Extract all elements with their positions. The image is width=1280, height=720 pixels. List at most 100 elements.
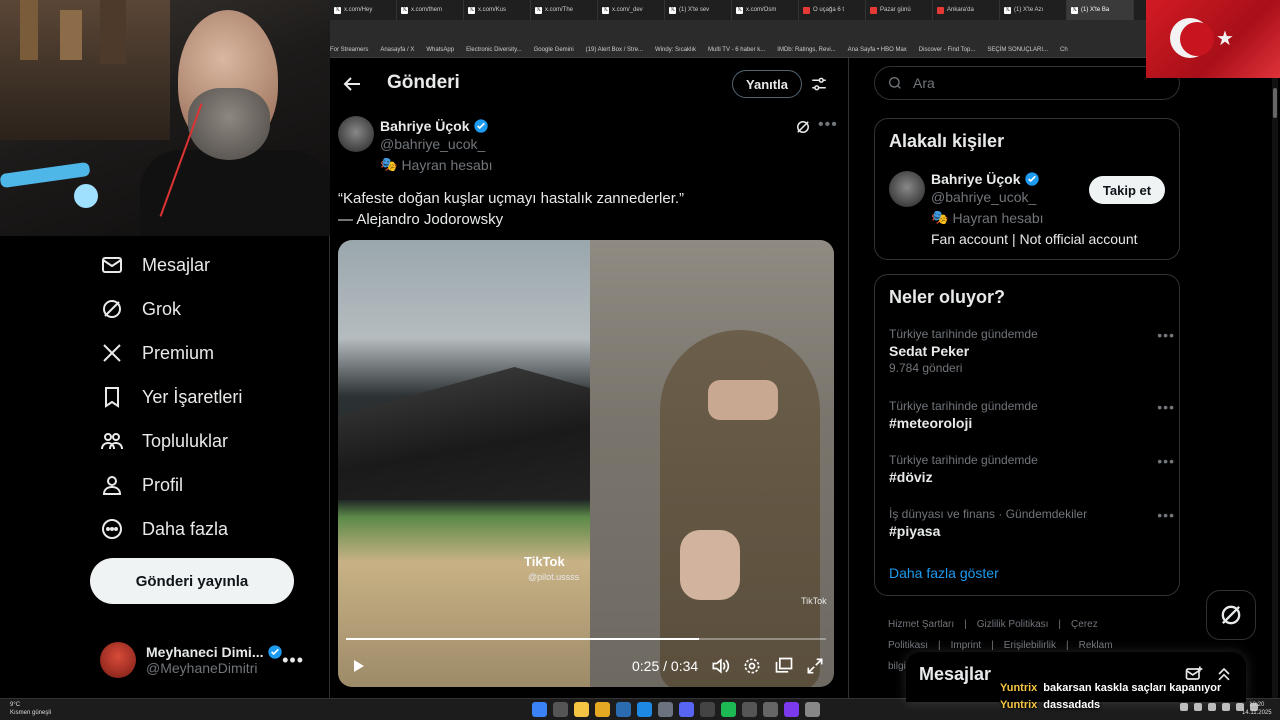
footer-link[interactable]: Erişilebilirlik xyxy=(1004,640,1056,651)
more-options-icon[interactable]: ••• xyxy=(1157,453,1175,469)
more-options-icon[interactable]: ••• xyxy=(1157,399,1175,415)
x-favicon-icon: 𝕏 xyxy=(602,6,609,14)
address-bar[interactable] xyxy=(330,20,1146,42)
follow-button[interactable]: Takip et xyxy=(1089,176,1165,204)
bookmark-item[interactable]: Anasayfa / X xyxy=(380,47,414,53)
start-icon[interactable] xyxy=(532,702,547,717)
discord-icon[interactable] xyxy=(679,702,694,717)
avatar[interactable] xyxy=(338,116,374,152)
show-more-link[interactable]: Daha fazla göster xyxy=(889,565,999,581)
app-icon[interactable] xyxy=(763,702,778,717)
bookmark-item[interactable]: Windy: Sıcaklık xyxy=(655,47,696,53)
bookmark-item[interactable]: SEÇİM SONUÇLARI... xyxy=(987,47,1048,53)
nav-item-bookmarks[interactable]: Yer İşaretleri xyxy=(100,377,242,417)
trend-name: Sedat Peker xyxy=(889,343,970,359)
bookmark-item[interactable]: Electronic Diversity... xyxy=(466,47,522,53)
related-name[interactable]: Bahriye Üçok xyxy=(931,171,1020,187)
browser-tab[interactable]: 𝕏 (1) X'te Ba xyxy=(1067,0,1134,20)
weather-widget[interactable]: 9°C Kısmen güneşli xyxy=(10,701,51,717)
tab-label: (1) X'te Azı xyxy=(1014,7,1044,13)
tab-label: x.com/Hey xyxy=(344,7,373,13)
x-favicon-icon: 𝕏 xyxy=(334,6,341,14)
page-scrollbar[interactable] xyxy=(1272,78,1278,698)
trend-item[interactable]: Türkiye tarihinde gündemde Sedat Peker 9… xyxy=(889,327,1174,375)
browser-tab[interactable]: Ankara'da xyxy=(933,0,1000,20)
app-icon[interactable] xyxy=(658,702,673,717)
nav-item-premium[interactable]: Premium xyxy=(100,333,214,373)
browser-tab[interactable]: 𝕏 (1) X'te sev xyxy=(665,0,732,20)
account-name: Meyhaneci Dimi... xyxy=(146,644,264,660)
trend-item[interactable]: Türkiye tarihinde gündemde #meteoroloji … xyxy=(889,399,1174,431)
app-icon[interactable] xyxy=(784,702,799,717)
browser-tab[interactable]: 𝕏x.com/Kus xyxy=(464,0,531,20)
bookmark-item[interactable]: Multi TV - 6 haber k... xyxy=(708,47,765,53)
more-options-icon[interactable]: ••• xyxy=(1157,507,1175,523)
filter-settings-icon[interactable] xyxy=(810,75,828,93)
video-progress-bar[interactable] xyxy=(346,638,826,640)
folder-icon[interactable] xyxy=(595,702,610,717)
browser-tab[interactable]: O uçağa 6 t xyxy=(799,0,866,20)
app-icon[interactable] xyxy=(700,702,715,717)
post-button[interactable]: Gönderi yayınla xyxy=(90,558,294,604)
news-favicon-icon xyxy=(803,6,810,14)
browser-tab[interactable]: 𝕏x.com/The xyxy=(531,0,598,20)
picture-in-picture-icon[interactable] xyxy=(774,656,794,676)
x-favicon-icon: 𝕏 xyxy=(401,6,408,14)
fullscreen-icon[interactable] xyxy=(805,656,825,676)
footer-link[interactable]: Imprint xyxy=(951,640,982,651)
mail-icon xyxy=(102,257,122,273)
app-icon[interactable] xyxy=(742,702,757,717)
nav-item-grok[interactable]: Grok xyxy=(100,289,181,329)
more-options-icon[interactable]: ••• xyxy=(818,116,838,134)
clock[interactable]: 10:20 14.11.2025 xyxy=(1242,701,1272,717)
bookmark-item[interactable]: Ch xyxy=(1060,47,1068,53)
browser-tab[interactable]: Pazar günü xyxy=(866,0,933,20)
settings-gear-icon[interactable] xyxy=(742,656,762,676)
app-icon[interactable] xyxy=(616,702,631,717)
search-icon[interactable] xyxy=(553,702,568,717)
nav-item-more[interactable]: Daha fazla xyxy=(100,509,228,549)
volume-icon[interactable] xyxy=(710,656,730,676)
bookmark-item[interactable]: WhatsApp xyxy=(426,47,454,53)
browser-tab[interactable]: 𝕏x.com/Hey xyxy=(330,0,397,20)
nav-item-communities[interactable]: Topluluklar xyxy=(100,421,228,461)
app-icon[interactable] xyxy=(805,702,820,717)
author-name[interactable]: Bahriye Üçok xyxy=(380,118,469,134)
stream-chat-overlay: Yuntrix bakarsan kaskla saçları kapanıyor… xyxy=(1000,680,1240,714)
steam-icon[interactable] xyxy=(637,702,652,717)
back-arrow-icon[interactable] xyxy=(340,72,364,96)
browser-tab[interactable]: 𝕏x.com/Osm xyxy=(732,0,799,20)
more-options-icon[interactable]: ••• xyxy=(1157,327,1175,343)
bookmark-item[interactable]: (19) Alert Box / Stre... xyxy=(586,47,643,53)
nav-item-profile[interactable]: Profil xyxy=(100,465,183,505)
bookmark-item[interactable]: Google Gemini xyxy=(534,47,574,53)
bookmark-item[interactable]: IMDb: Ratings, Revi... xyxy=(777,47,835,53)
spotify-icon[interactable] xyxy=(721,702,736,717)
account-switcher[interactable]: Meyhaneci Dimi... @MeyhaneDimitri ••• xyxy=(100,638,314,682)
footer-link[interactable]: Gizlilik Politikası xyxy=(977,619,1049,630)
author-handle[interactable]: @bahriye_ucok_ xyxy=(380,136,485,152)
bookmark-item[interactable]: Discover - Find Top... xyxy=(919,47,976,53)
grok-floating-button[interactable] xyxy=(1206,590,1256,640)
bookmark-item[interactable]: Ana Sayfa • HBO Max xyxy=(848,47,907,53)
play-icon[interactable] xyxy=(350,658,366,674)
search-input[interactable]: Ara xyxy=(874,66,1180,100)
chrome-icon[interactable] xyxy=(574,702,589,717)
bookmark-item[interactable]: For Streamers xyxy=(330,47,368,53)
browser-tab[interactable]: 𝕏x.com/_dev xyxy=(598,0,665,20)
grok-icon[interactable] xyxy=(794,118,812,136)
trend-item[interactable]: İş dünyası ve finans · Gündemdekiler #pi… xyxy=(889,507,1174,539)
browser-tab[interactable]: 𝕏x.com/them xyxy=(397,0,464,20)
browser-tab[interactable]: 𝕏 (1) X'te Azı xyxy=(1000,0,1067,20)
reply-button[interactable]: Yanıtla xyxy=(732,70,802,98)
trend-item[interactable]: Türkiye tarihinde gündemde #döviz ••• xyxy=(889,453,1174,485)
nav-item-messages[interactable]: Mesajlar xyxy=(100,245,210,285)
tiktok-watermark: TikTok xyxy=(524,554,565,569)
tab-label: x.com/_dev xyxy=(612,7,643,13)
avatar[interactable] xyxy=(889,171,925,207)
more-options-icon[interactable]: ••• xyxy=(282,650,304,671)
x-favicon-icon: 𝕏 xyxy=(736,6,743,14)
video-player[interactable]: TikTok @pilot.ussss TikTok 0:25 / 0:34 xyxy=(338,240,834,687)
footer-link[interactable]: Hizmet Şartları xyxy=(888,619,954,630)
footer-separator: | xyxy=(938,640,941,651)
